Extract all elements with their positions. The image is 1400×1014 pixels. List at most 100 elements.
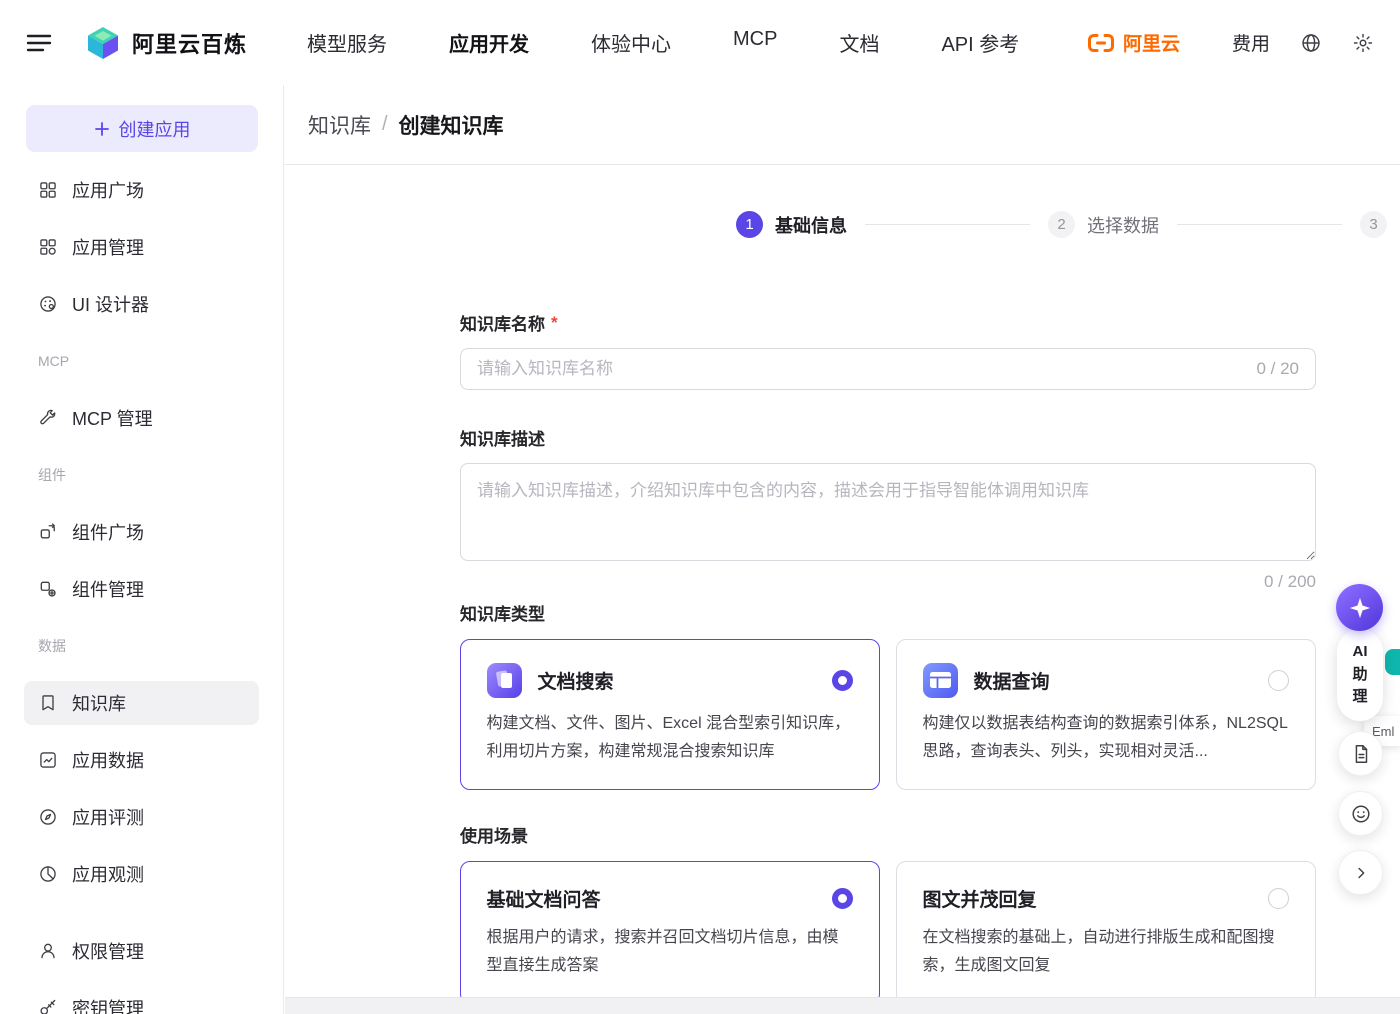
person-icon bbox=[41, 943, 55, 959]
brand-name: 阿里云百炼 bbox=[132, 31, 248, 57]
sidebar-item-app-data[interactable]: 应用数据 bbox=[24, 738, 259, 782]
sidebar-item-key-management[interactable]: 密钥管理 bbox=[24, 986, 259, 1014]
nav-model-service[interactable]: 模型服务 bbox=[307, 28, 387, 57]
hamburger-icon bbox=[26, 34, 52, 51]
ai-assistant-label: AI 助理 bbox=[1352, 643, 1368, 705]
card-title: 基础文档问答 bbox=[486, 889, 601, 911]
create-kb-form: 知识库名称 * 0 / 20 知识库描述 0 / 200 bbox=[460, 310, 1316, 1004]
card-title: 图文并茂回复 bbox=[922, 890, 1037, 911]
component-box-icon bbox=[40, 523, 55, 539]
sidebar-section-data: 数据 bbox=[38, 638, 66, 654]
app-root: 阿里云百炼 模型服务 应用开发 体验中心 MCP 文档 API 参考 阿里云 费… bbox=[0, 0, 1400, 1014]
kb-name-input[interactable] bbox=[477, 359, 1245, 379]
kb-desc-label: 知识库描述 bbox=[460, 430, 545, 449]
topbar: 阿里云百炼 模型服务 应用开发 体验中心 MCP 文档 API 参考 阿里云 费… bbox=[0, 0, 1400, 85]
chart-icon bbox=[40, 752, 56, 768]
sparkle-icon bbox=[1349, 597, 1370, 618]
smiley-icon bbox=[1351, 804, 1370, 823]
step-select-data: 2 选择数据 bbox=[1048, 211, 1159, 238]
menu-toggle-button[interactable] bbox=[24, 28, 54, 58]
radio-selected-icon[interactable] bbox=[832, 669, 853, 691]
nav-app-development[interactable]: 应用开发 bbox=[449, 28, 529, 57]
kb-name-label: 知识库名称 * bbox=[460, 312, 558, 335]
aliyun-label: 阿里云 bbox=[1122, 34, 1180, 55]
chevron-right-icon bbox=[1357, 867, 1364, 878]
kb-type-card-data-query[interactable]: 数据查询 构建仅以数据表结构查询的数据索引体系，NL2SQL 思路，查询表头、列… bbox=[895, 639, 1316, 790]
language-globe-icon[interactable] bbox=[1300, 32, 1322, 54]
step-label: 选择数据 bbox=[1087, 215, 1159, 236]
layout: 创建应用 应用广场 应用管理 UI 设计器 MCP MCP 管理 组件 组件广场… bbox=[0, 85, 1400, 1014]
radio-unselected-icon[interactable] bbox=[1268, 888, 1289, 909]
settings-gear-icon[interactable] bbox=[1352, 32, 1374, 54]
plus-icon bbox=[94, 121, 109, 136]
nav-mcp[interactable]: MCP bbox=[733, 28, 777, 57]
card-description: 构建仅以数据表结构查询的数据索引体系，NL2SQL 思路，查询表头、列头，实现相… bbox=[922, 715, 1288, 760]
bailian-logo-icon bbox=[88, 26, 118, 59]
step-basic-info: 1 基础信息 bbox=[736, 211, 847, 238]
palette-icon bbox=[40, 296, 56, 312]
feedback-fab-button[interactable] bbox=[1338, 791, 1383, 836]
collapse-fab-button[interactable] bbox=[1338, 850, 1383, 895]
billing-link[interactable]: 费用 bbox=[1232, 29, 1270, 56]
aliyun-logo[interactable]: 阿里云 bbox=[1086, 29, 1180, 56]
kb-desc-field bbox=[460, 463, 1316, 566]
step-connector bbox=[865, 224, 1030, 225]
kb-type-card-doc-search[interactable]: 文档搜索 构建文档、文件、图片、Excel 混合型索引知识库，利用切片方案，构建… bbox=[460, 639, 880, 790]
topbar-right: 阿里云 费用 bbox=[1086, 29, 1374, 56]
create-app-button[interactable]: 创建应用 bbox=[26, 105, 258, 152]
kb-desc-textarea[interactable] bbox=[460, 463, 1316, 561]
kb-type-label: 知识库类型 bbox=[460, 605, 545, 624]
kb-type-options: 文档搜索 构建文档、文件、图片、Excel 混合型索引知识库，利用切片方案，构建… bbox=[460, 639, 1316, 790]
sidebar-item-ui-designer[interactable]: UI 设计器 bbox=[24, 282, 259, 326]
sidebar-section-components: 组件 bbox=[38, 467, 66, 483]
sidebar-item-component-management[interactable]: 组件管理 bbox=[24, 567, 259, 611]
ai-assistant-pill[interactable]: AI 助理 bbox=[1337, 629, 1383, 721]
breadcrumb-separator: / bbox=[382, 113, 388, 135]
sidebar-item-app-evaluation[interactable]: 应用评测 bbox=[24, 795, 259, 839]
sidebar-item-component-plaza[interactable]: 组件广场 bbox=[24, 510, 259, 554]
nav-docs[interactable]: 文档 bbox=[839, 28, 879, 57]
sidebar-item-app-management[interactable]: 应用管理 bbox=[24, 225, 259, 269]
step-three: 3 bbox=[1360, 211, 1387, 238]
key-icon bbox=[40, 999, 56, 1014]
step-label: 基础信息 bbox=[775, 215, 847, 236]
grid-icon bbox=[40, 182, 56, 198]
step-number: 2 bbox=[1048, 211, 1075, 238]
card-description: 在文档搜索的基础上，自动进行排版生成和配图搜索，生成图文回复 bbox=[922, 929, 1275, 974]
doc-search-icon bbox=[486, 662, 522, 698]
sidebar-item-mcp-management[interactable]: MCP 管理 bbox=[24, 396, 259, 440]
sidebar-divider-gap bbox=[24, 909, 259, 929]
data-query-icon bbox=[922, 663, 958, 698]
breadcrumb-parent[interactable]: 知识库 bbox=[308, 110, 371, 140]
scene-card-rich-reply[interactable]: 图文并茂回复 在文档搜索的基础上，自动进行排版生成和配图搜索，生成图文回复 bbox=[895, 861, 1316, 1004]
card-title: 文档搜索 bbox=[537, 671, 614, 693]
kb-desc-counter: 0 / 200 bbox=[1264, 572, 1316, 591]
radio-selected-icon[interactable] bbox=[832, 887, 853, 909]
nav-experience-center[interactable]: 体验中心 bbox=[591, 28, 671, 57]
nav-api-reference[interactable]: API 参考 bbox=[941, 28, 1019, 57]
use-scene-label: 使用场景 bbox=[460, 827, 528, 846]
aliyun-bracket-icon bbox=[1087, 33, 1114, 52]
sidebar-menu: 应用广场 应用管理 UI 设计器 MCP MCP 管理 组件 组件广场 组件管理… bbox=[0, 168, 283, 1014]
pie-chart-icon bbox=[40, 866, 56, 882]
radio-unselected-icon[interactable] bbox=[1268, 670, 1289, 691]
brand-logo[interactable]: 阿里云百炼 bbox=[84, 24, 247, 62]
step-connector bbox=[1177, 224, 1342, 225]
sidebar-item-knowledge-base[interactable]: 知识库 bbox=[24, 681, 259, 725]
kb-name-counter: 0 / 20 bbox=[1256, 359, 1299, 378]
use-scene-options: 基础文档问答 根据用户的请求，搜索并召回文档切片信息，由模型直接生成答案 图文并… bbox=[460, 861, 1316, 1004]
main-content: 知识库 / 创建知识库 1 基础信息 2 选择数据 3 知识库名称 * 请输入知… bbox=[284, 85, 1400, 1014]
ai-assistant-avatar[interactable] bbox=[1336, 584, 1383, 631]
stepper: 1 基础信息 2 选择数据 3 bbox=[736, 211, 1400, 238]
scroll-content: 1 基础信息 2 选择数据 3 知识库名称 * 请输入知识库名称 0 / 20 … bbox=[284, 165, 1400, 1014]
card-title: 数据查询 bbox=[973, 672, 1050, 693]
scene-card-basic-qa[interactable]: 基础文档问答 根据用户的请求，搜索并召回文档切片信息，由模型直接生成答案 bbox=[460, 861, 880, 1004]
page-title: 创建知识库 bbox=[398, 114, 504, 138]
docs-fab-button[interactable] bbox=[1338, 731, 1383, 776]
sidebar-item-app-observation[interactable]: 应用观测 bbox=[24, 852, 259, 896]
required-asterisk: * bbox=[551, 312, 558, 332]
sidebar-item-app-plaza[interactable]: 应用广场 bbox=[24, 168, 259, 212]
sidebar-item-permission-management[interactable]: 权限管理 bbox=[24, 929, 259, 973]
edge-panel-teal-tab[interactable] bbox=[1385, 649, 1400, 675]
horizontal-scrollbar[interactable] bbox=[285, 997, 1400, 1014]
